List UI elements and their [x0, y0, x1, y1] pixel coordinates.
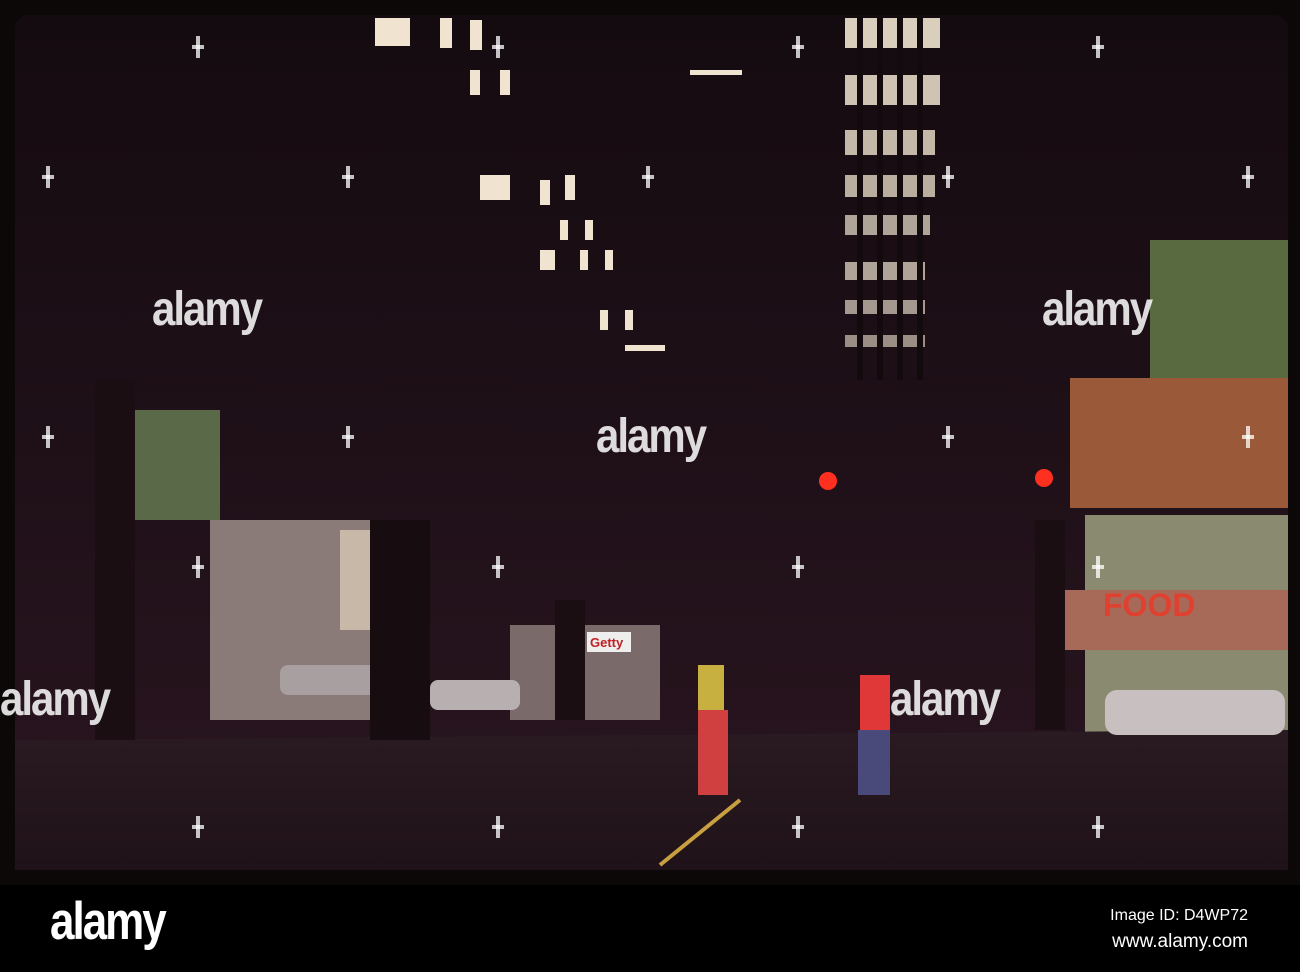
website-link[interactable]: www.alamy.com — [1112, 931, 1248, 953]
watermark: alamy — [596, 408, 707, 463]
alamy-logo: alamy — [50, 892, 167, 951]
watermark: alamy — [890, 671, 1001, 726]
watermark-plus-icon — [942, 426, 954, 448]
watermark-plus-icon — [342, 166, 354, 188]
watermark: alamy — [0, 671, 111, 726]
watermark-plus-icon — [642, 166, 654, 188]
food-sign: FOOD — [1103, 587, 1195, 623]
watermark-plus-icon — [342, 426, 354, 448]
watermark-plus-icon — [42, 426, 54, 448]
watermark-plus-icon — [1092, 36, 1104, 58]
watermark-plus-icon — [792, 36, 804, 58]
watermark-plus-icon — [942, 166, 954, 188]
watermark-plus-icon — [492, 816, 504, 838]
watermark-plus-icon — [1092, 556, 1104, 578]
photograph-elevated-train-underpass: Getty FOOD alamy alamy alamy alamy alamy — [0, 0, 1300, 885]
watermark-plus-icon — [192, 816, 204, 838]
footer-bar: alamy Image ID: D4WP72 www.alamy.com — [0, 885, 1300, 972]
image-id: Image ID: D4WP72 — [1110, 907, 1248, 924]
watermark-plus-icon — [792, 816, 804, 838]
watermark-plus-icon — [492, 36, 504, 58]
watermark: alamy — [1042, 281, 1153, 336]
watermark-plus-icon — [492, 556, 504, 578]
watermark-plus-icon — [1092, 816, 1104, 838]
watermark: alamy — [152, 281, 263, 336]
watermark-plus-icon — [1242, 166, 1254, 188]
getty-sign: Getty — [590, 635, 624, 650]
watermark-plus-icon — [1242, 426, 1254, 448]
watermark-plus-icon — [42, 166, 54, 188]
watermark-plus-icon — [192, 556, 204, 578]
watermark-plus-icon — [192, 36, 204, 58]
watermark-plus-icon — [792, 556, 804, 578]
